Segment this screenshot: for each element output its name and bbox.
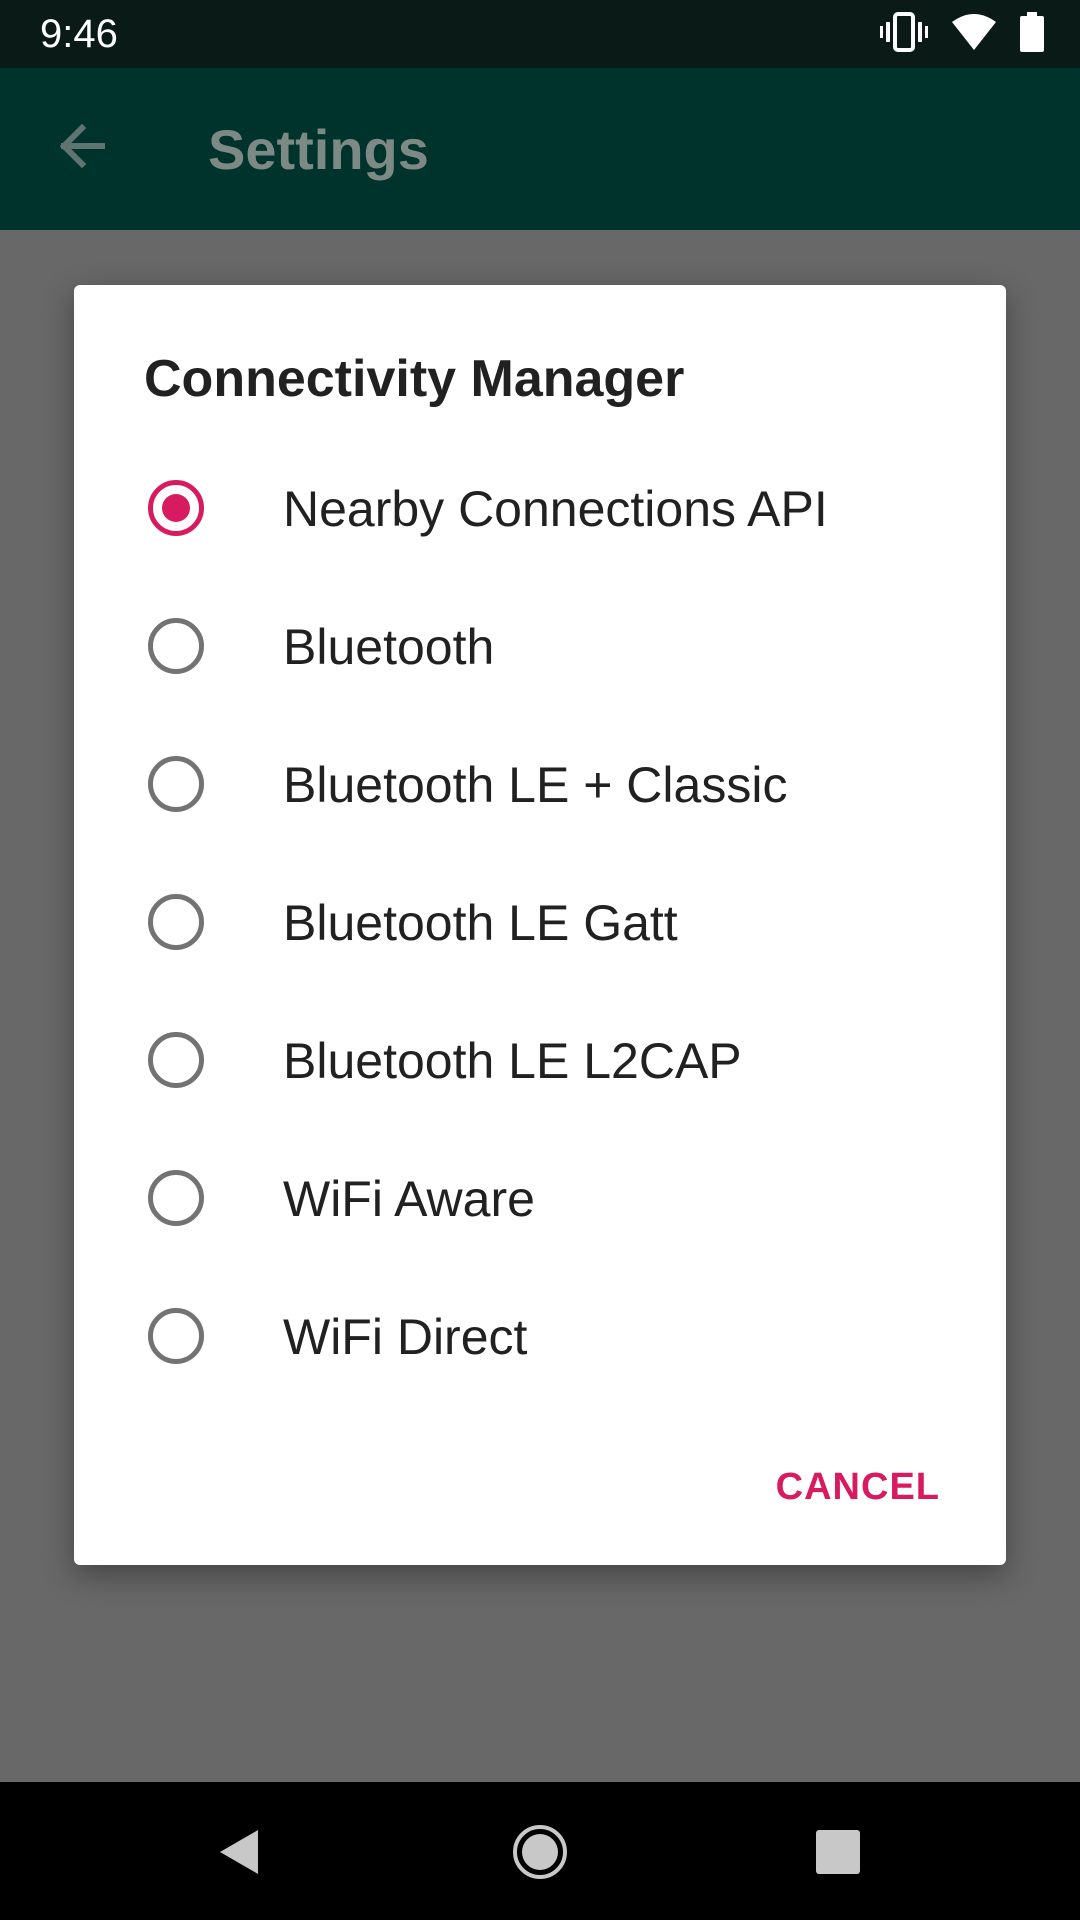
option-label: Bluetooth LE L2CAP	[283, 1033, 742, 1089]
recents-square-icon[interactable]	[808, 1822, 868, 1882]
radio-button[interactable]	[148, 1308, 204, 1364]
arrow-back-icon[interactable]	[54, 118, 110, 174]
radio-button[interactable]	[148, 618, 204, 674]
option-wifi-direct[interactable]: WiFi Direct	[74, 1267, 1006, 1405]
option-bluetooth-le-gatt[interactable]: Bluetooth LE Gatt	[74, 853, 1006, 991]
status-icons	[880, 10, 1044, 59]
screen: 9:46 Settings Connectivity Manager Nearb…	[0, 0, 1080, 1920]
vibrate-icon	[880, 10, 928, 59]
option-label: WiFi Aware	[283, 1171, 535, 1227]
home-circle-icon[interactable]	[510, 1822, 570, 1882]
radio-button[interactable]	[148, 1170, 204, 1226]
wifi-icon	[952, 13, 996, 55]
radio-button-checked[interactable]	[148, 480, 204, 536]
option-list: Nearby Connections API Bluetooth Bluetoo…	[74, 439, 1006, 1405]
back-triangle-icon[interactable]	[210, 1822, 270, 1882]
option-label: Nearby Connections API	[283, 481, 828, 537]
app-bar: Settings	[0, 68, 1080, 230]
radio-button[interactable]	[148, 1032, 204, 1088]
option-bluetooth-le-classic[interactable]: Bluetooth LE + Classic	[74, 715, 1006, 853]
dialog-title: Connectivity Manager	[144, 350, 685, 408]
option-label: WiFi Direct	[283, 1309, 528, 1365]
option-nearby-connections-api[interactable]: Nearby Connections API	[74, 439, 1006, 577]
option-label: Bluetooth LE + Classic	[283, 757, 788, 813]
option-bluetooth[interactable]: Bluetooth	[74, 577, 1006, 715]
option-label: Bluetooth LE Gatt	[283, 895, 678, 951]
navigation-bar	[0, 1782, 1080, 1920]
connectivity-dialog: Connectivity Manager Nearby Connections …	[74, 285, 1006, 1565]
option-label: Bluetooth	[283, 619, 495, 675]
page-title: Settings	[208, 118, 429, 181]
status-time: 9:46	[40, 12, 118, 56]
radio-button[interactable]	[148, 756, 204, 812]
option-wifi-aware[interactable]: WiFi Aware	[74, 1129, 1006, 1267]
cancel-button[interactable]: CANCEL	[776, 1457, 940, 1517]
status-bar: 9:46	[0, 0, 1080, 68]
battery-icon	[1020, 11, 1044, 57]
option-bluetooth-le-l2cap[interactable]: Bluetooth LE L2CAP	[74, 991, 1006, 1129]
radio-button[interactable]	[148, 894, 204, 950]
